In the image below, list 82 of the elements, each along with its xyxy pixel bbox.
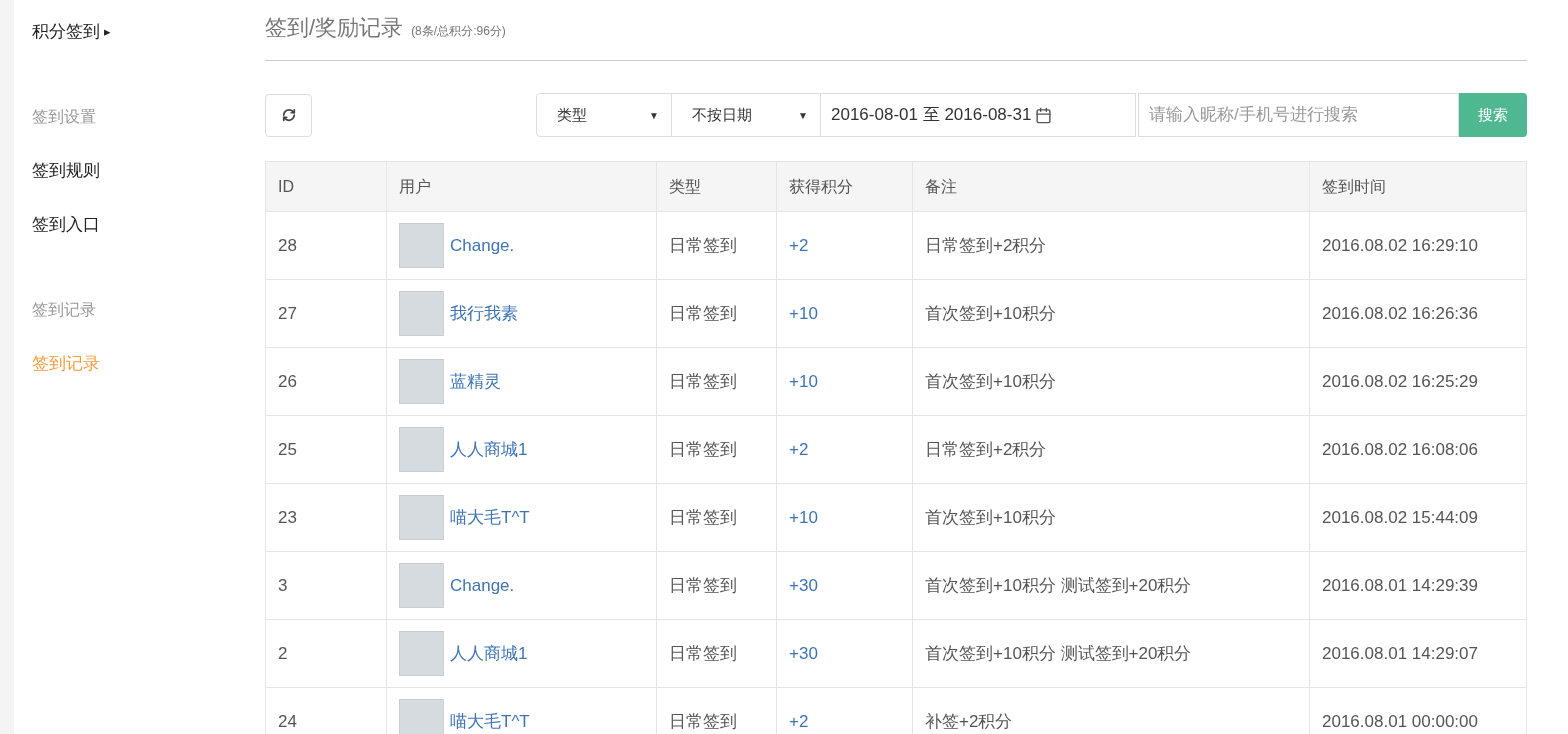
avatar-placeholder (399, 563, 444, 608)
user-link[interactable]: Change. (450, 232, 515, 259)
avatar-placeholder (399, 699, 444, 734)
caret-icon: ▼ (798, 107, 808, 123)
table-cell-text: 日常签到 (669, 574, 737, 597)
table-cell-text: +2 (789, 234, 809, 257)
table-cell-text: 2016.08.02 16:29:10 (1322, 234, 1478, 257)
table-cell-text: 25 (278, 438, 297, 461)
table-cell-text: 首次签到+10积分 测试签到+20积分 (925, 574, 1192, 597)
table-cell-text: 24 (278, 710, 297, 733)
table-cell-text: 日常签到 (669, 234, 737, 257)
user-link[interactable]: 蓝精灵 (450, 368, 501, 395)
table-cell-text: 23 (278, 506, 297, 529)
avatar-placeholder (399, 359, 444, 404)
sidebar-item[interactable]: 签到规则 (32, 157, 265, 185)
user-link[interactable]: 喵大毛T^T (450, 504, 530, 531)
table-cell-text: +30 (789, 642, 818, 665)
table-cell-text: +10 (789, 302, 818, 325)
avatar-placeholder (399, 291, 444, 336)
refresh-button[interactable] (265, 93, 312, 137)
table-cell-text: 2016.08.01 00:00:00 (1322, 710, 1478, 733)
column-header: 用户 (399, 176, 431, 197)
date-range-field[interactable]: 2016-08-01 至 2016-08-31 (821, 93, 1136, 137)
calendar-icon (1035, 106, 1053, 124)
column-header: 获得积分 (789, 176, 853, 197)
date-select[interactable]: 不按日期 ▼ (672, 93, 821, 137)
table-cell-text: 日常签到+2积分 (925, 234, 1047, 257)
table-cell-text: 27 (278, 302, 297, 325)
table-cell-text: 首次签到+10积分 (925, 506, 1056, 529)
column-header: 签到时间 (1322, 176, 1386, 197)
table-cell-text: 首次签到+10积分 (925, 370, 1056, 393)
column-header: 备注 (925, 176, 957, 197)
table-cell-text: 日常签到 (669, 370, 737, 393)
user-link[interactable]: 喵大毛T^T (450, 708, 530, 734)
column-header: 类型 (669, 176, 701, 197)
table-cell-text: 2016.08.01 14:29:39 (1322, 574, 1478, 597)
table-cell-text: 日常签到+2积分 (925, 438, 1047, 461)
column-header: ID (278, 176, 294, 197)
table-cell-text: 日常签到 (669, 302, 737, 325)
table-cell-text: 26 (278, 370, 297, 393)
table-cell-text: 日常签到 (669, 438, 737, 461)
avatar-placeholder (399, 631, 444, 676)
table-cell-text: 日常签到 (669, 642, 737, 665)
refresh-icon (281, 108, 296, 122)
table-cell-text: 2016.08.01 14:29:07 (1322, 642, 1478, 665)
select-value: 不按日期 (692, 104, 752, 125)
user-link[interactable]: 我行我素 (450, 300, 518, 327)
table-cell-text: +10 (789, 506, 818, 529)
select-value: 类型 (557, 104, 587, 125)
sidebar-title: 积分签到 (32, 21, 100, 44)
table-cell-text: 2016.08.02 16:25:29 (1322, 370, 1478, 393)
sidebar-group-label: 签到记录 (32, 300, 97, 320)
sidebar-item[interactable]: 签到入口 (32, 211, 265, 239)
table-cell-text: 2 (278, 642, 288, 665)
sidebar-group-label: 签到设置 (32, 107, 97, 127)
table-cell-text: 日常签到 (669, 710, 737, 733)
date-range: 2016-08-01 至 2016-08-31 (831, 104, 1032, 127)
table-cell-text: +30 (789, 574, 818, 597)
avatar-placeholder (399, 427, 444, 472)
type-select[interactable]: 类型 ▼ (536, 93, 672, 137)
user-link[interactable]: 人人商城1 (450, 436, 528, 463)
user-link[interactable]: 人人商城1 (450, 640, 528, 667)
table-cell-text: 3 (278, 574, 288, 597)
record-summary: (8条/总积分:96分) (411, 23, 506, 40)
table-cell-text: 28 (278, 234, 297, 257)
table-cell-text: 2016.08.02 16:08:06 (1322, 438, 1478, 461)
avatar-placeholder (399, 223, 444, 268)
search-field[interactable]: 请输入昵称/手机号进行搜索 (1138, 93, 1459, 137)
table-cell-text: 日常签到 (669, 506, 737, 529)
table-cell-text: +10 (789, 370, 818, 393)
table-cell-text: 补签+2积分 (925, 710, 1013, 733)
table-cell-text: +2 (789, 710, 809, 733)
user-link[interactable]: Change. (450, 572, 515, 599)
table-cell-text: 2016.08.02 15:44:09 (1322, 506, 1478, 529)
table-cell-text: 首次签到+10积分 (925, 302, 1056, 325)
avatar-placeholder (399, 495, 444, 540)
page-title: 签到/奖励记录 (265, 14, 404, 42)
caret-icon: ▸ (104, 22, 111, 42)
table-cell-text: 首次签到+10积分 测试签到+20积分 (925, 642, 1192, 665)
table-cell-text: +2 (789, 438, 809, 461)
table-cell-text: 2016.08.02 16:26:36 (1322, 302, 1478, 325)
caret-icon: ▼ (649, 107, 659, 123)
